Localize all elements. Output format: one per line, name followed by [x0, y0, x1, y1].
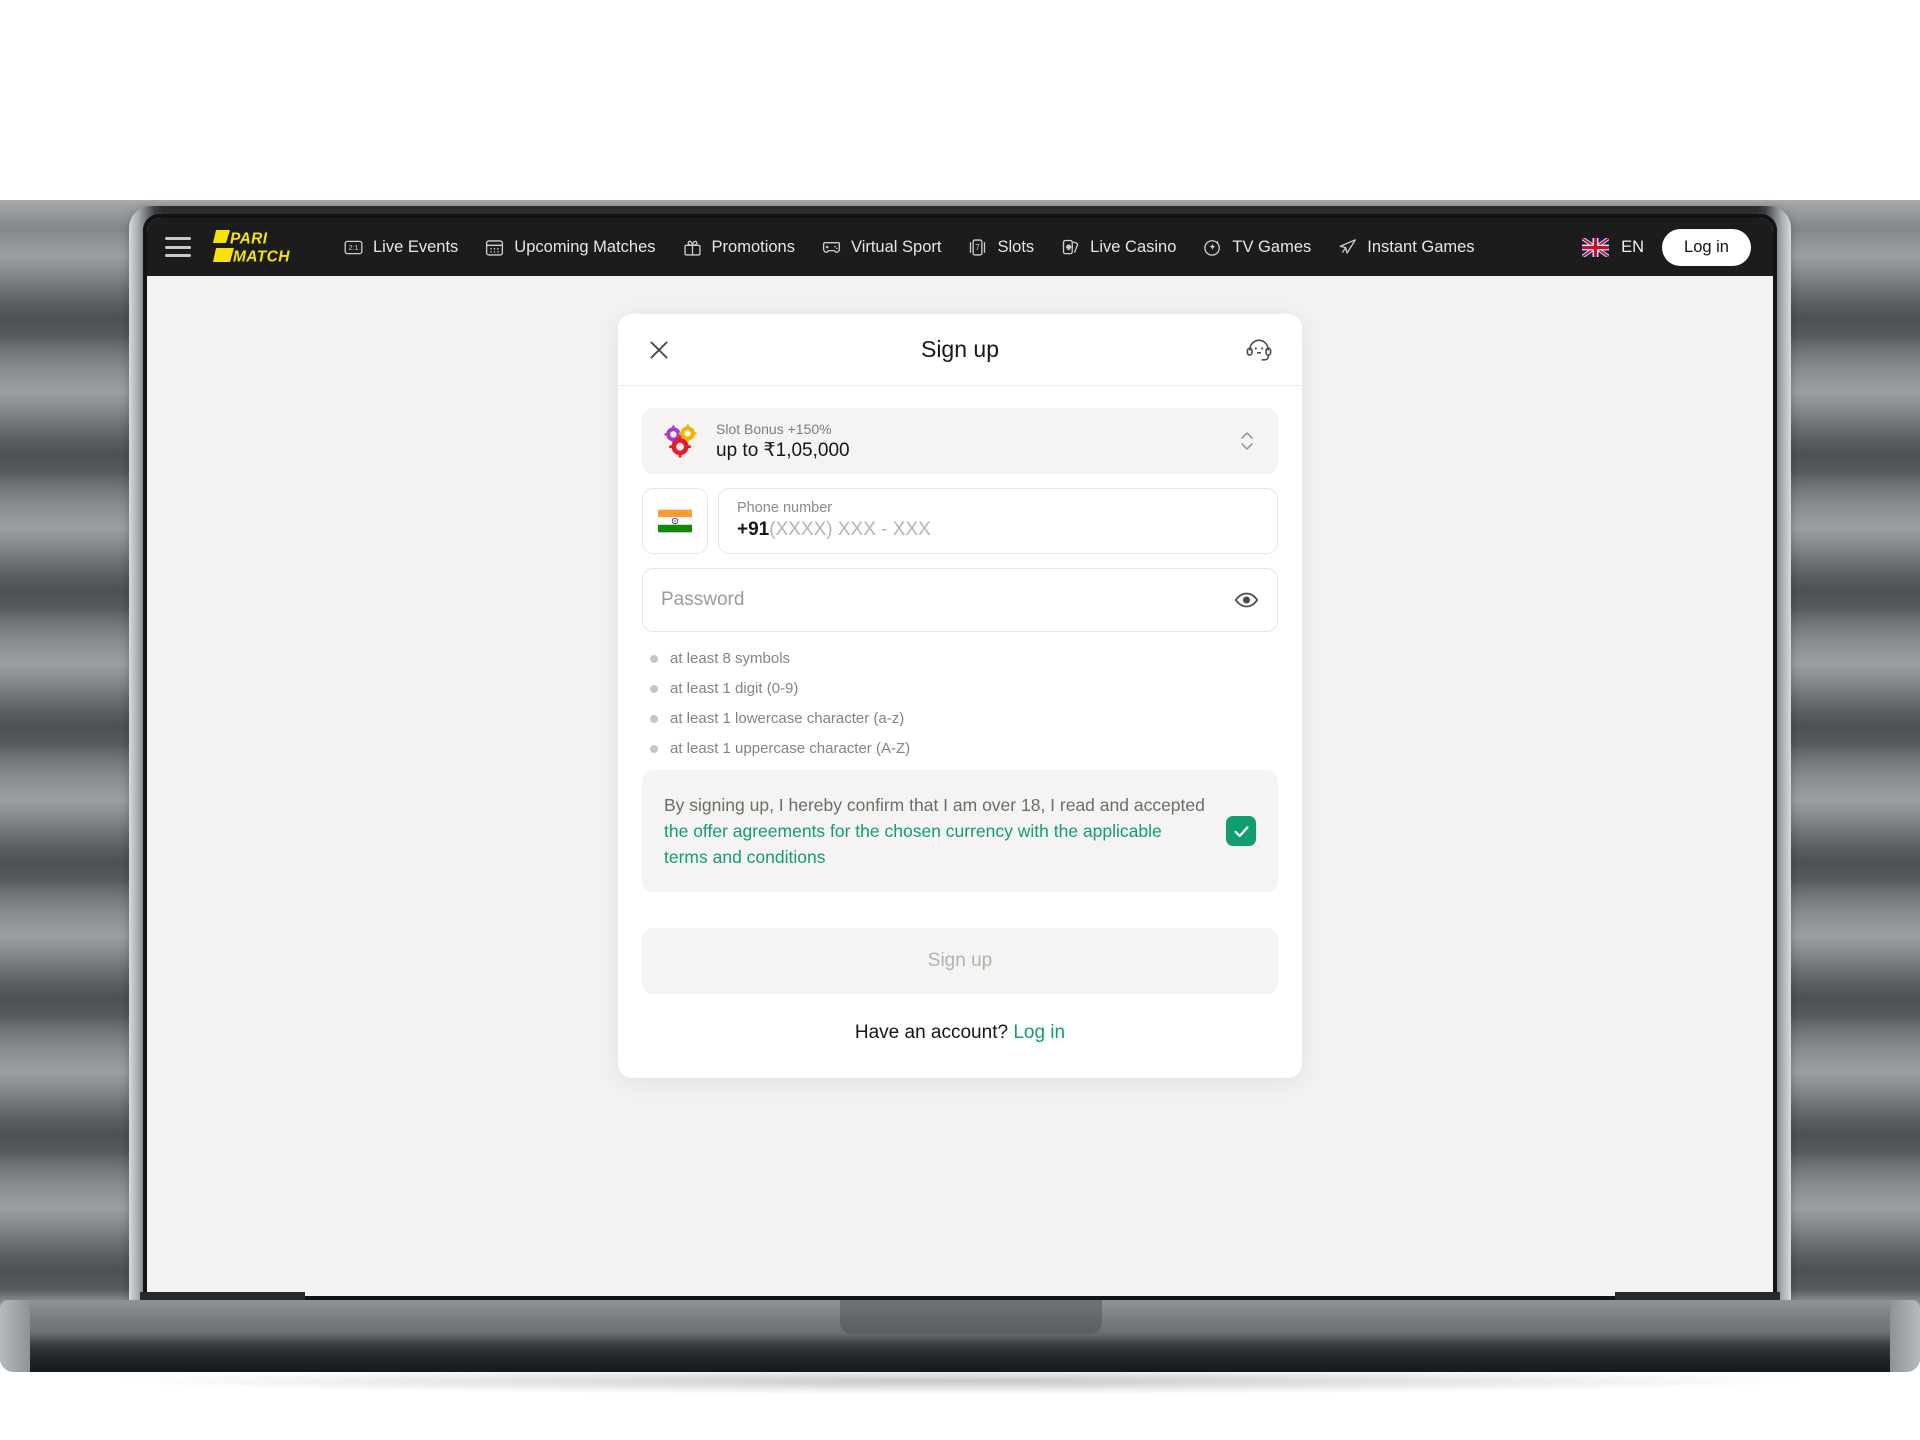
footer-login-link[interactable]: Log in: [1013, 1022, 1065, 1043]
chevron-up-down-icon[interactable]: [1238, 428, 1256, 454]
calendar-icon: [484, 237, 505, 258]
login-button[interactable]: Log in: [1662, 228, 1751, 266]
nav-item-slots[interactable]: 7 Slots: [967, 237, 1034, 258]
casino-chips-icon: [662, 422, 700, 460]
nav-item-live-events[interactable]: 2:1 Live Events: [343, 237, 458, 258]
close-icon[interactable]: [646, 337, 672, 363]
nav-item-instant-games[interactable]: Instant Games: [1337, 237, 1475, 258]
uk-flag-icon[interactable]: [1582, 237, 1610, 257]
nav-items-list: 2:1 Live Events Upcoming Matches Promoti…: [343, 237, 1582, 258]
have-account-footer: Have an account? Log in: [618, 994, 1302, 1078]
page-background: Sign up Slot Bonus +150% up to ₹1,05,000…: [147, 276, 1773, 1296]
terms-consent-block: By signing up, I hereby confirm that I a…: [642, 770, 1278, 892]
phone-number-label: Phone number: [737, 500, 833, 516]
password-input[interactable]: Password: [642, 568, 1278, 632]
laptop-screen: PARI MATCH 2:1 Live Events Upcoming Matc…: [147, 218, 1773, 1296]
password-requirement-label: at least 1 lowercase character (a-z): [670, 710, 905, 727]
svg-text:7: 7: [976, 243, 980, 252]
nav-item-label: Upcoming Matches: [514, 237, 656, 256]
india-flag-icon: [658, 509, 692, 533]
laptop-base-left-edge: [0, 1300, 30, 1372]
bonus-subtitle: Slot Bonus +150%: [716, 420, 832, 437]
laptop-shadow: [120, 1368, 1800, 1394]
password-requirement: at least 1 uppercase character (A-Z): [650, 740, 1278, 757]
phone-number-row: Phone number +91(XXXX) XXX - XXX: [642, 488, 1278, 554]
nav-item-live-casino[interactable]: Live Casino: [1060, 237, 1176, 258]
screenshot-stage: PARI MATCH 2:1 Live Events Upcoming Matc…: [0, 0, 1920, 1440]
password-requirement: at least 1 digit (0-9): [650, 680, 1278, 697]
phone-number-mask: (XXXX) XXX - XXX: [769, 519, 931, 540]
modal-header: Sign up: [618, 314, 1302, 386]
password-placeholder: Password: [661, 589, 745, 610]
gamepad-icon: [821, 237, 842, 258]
nav-item-label: Promotions: [711, 237, 795, 256]
bonus-selector[interactable]: Slot Bonus +150% up to ₹1,05,000: [642, 408, 1278, 474]
terms-text: By signing up, I hereby confirm that I a…: [664, 792, 1210, 870]
password-requirement: at least 1 lowercase character (a-z): [650, 710, 1278, 727]
modal-title: Sign up: [920, 336, 999, 362]
terms-link[interactable]: the offer agreements for the chosen curr…: [664, 821, 1162, 867]
rocket-icon: [1337, 237, 1358, 258]
scoreboard-icon: 2:1: [343, 237, 364, 258]
nav-item-promotions[interactable]: Promotions: [682, 237, 795, 258]
bullet-icon: [650, 744, 658, 753]
nav-item-label: Instant Games: [1367, 237, 1475, 256]
parimatch-logo[interactable]: PARI MATCH: [213, 229, 299, 266]
modal-body: Slot Bonus +150% up to ₹1,05,000 Phone n…: [618, 386, 1302, 994]
support-headset-icon[interactable]: [1244, 335, 1274, 365]
nav-item-tv-games[interactable]: TV Games: [1202, 237, 1311, 258]
password-requirement: at least 8 symbols: [650, 650, 1278, 667]
nav-item-virtual-sport[interactable]: Virtual Sport: [821, 237, 942, 258]
hamburger-menu-icon[interactable]: [165, 237, 191, 257]
bullet-icon: [650, 684, 658, 693]
nav-right-group: EN Log in: [1582, 228, 1751, 266]
language-code[interactable]: EN: [1621, 238, 1644, 257]
sparkle-icon: [1202, 237, 1223, 258]
terms-checkbox[interactable]: [1226, 816, 1256, 846]
password-requirement-label: at least 8 symbols: [670, 650, 791, 667]
phone-country-code: +91: [737, 519, 770, 540]
nav-item-label: Live Casino: [1090, 237, 1177, 256]
nav-item-upcoming-matches[interactable]: Upcoming Matches: [484, 237, 656, 258]
terms-text-plain: By signing up, I hereby confirm that I a…: [664, 795, 1205, 815]
svg-text:2:1: 2:1: [349, 245, 359, 252]
have-account-question: Have an account?: [854, 1022, 1014, 1043]
playing-cards-icon: [1060, 237, 1081, 258]
bullet-icon: [650, 654, 658, 663]
password-requirement-label: at least 1 digit (0-9): [670, 680, 799, 697]
laptop-front-notch: [840, 1300, 1102, 1334]
bonus-amount: up to ₹1,05,000: [716, 439, 850, 461]
country-selector-button[interactable]: [642, 488, 708, 554]
password-requirements-list: at least 8 symbols at least 1 digit (0-9…: [650, 650, 1278, 757]
checkmark-icon: [1233, 825, 1249, 837]
nav-item-label: Slots: [997, 237, 1035, 256]
nav-item-label: Virtual Sport: [850, 237, 942, 256]
top-navigation-bar: PARI MATCH 2:1 Live Events Upcoming Matc…: [147, 218, 1773, 276]
eye-icon[interactable]: [1234, 588, 1259, 613]
svg-text:MATCH: MATCH: [233, 249, 290, 266]
signup-submit-button[interactable]: Sign up: [642, 928, 1278, 994]
password-requirement-label: at least 1 uppercase character (A-Z): [670, 740, 911, 757]
signup-modal: Sign up Slot Bonus +150% up to ₹1,05,000…: [618, 314, 1302, 1078]
bullet-icon: [650, 714, 658, 723]
laptop-base-right-edge: [1890, 1300, 1920, 1372]
phone-number-value: +91(XXXX) XXX - XXX: [737, 517, 1259, 543]
gift-icon: [682, 237, 703, 258]
phone-number-input[interactable]: Phone number +91(XXXX) XXX - XXX: [718, 488, 1278, 554]
nav-item-label: Live Events: [373, 237, 459, 256]
svg-text:PARI: PARI: [230, 231, 268, 248]
nav-item-label: TV Games: [1232, 237, 1312, 256]
slot-card-icon: 7: [967, 237, 988, 258]
